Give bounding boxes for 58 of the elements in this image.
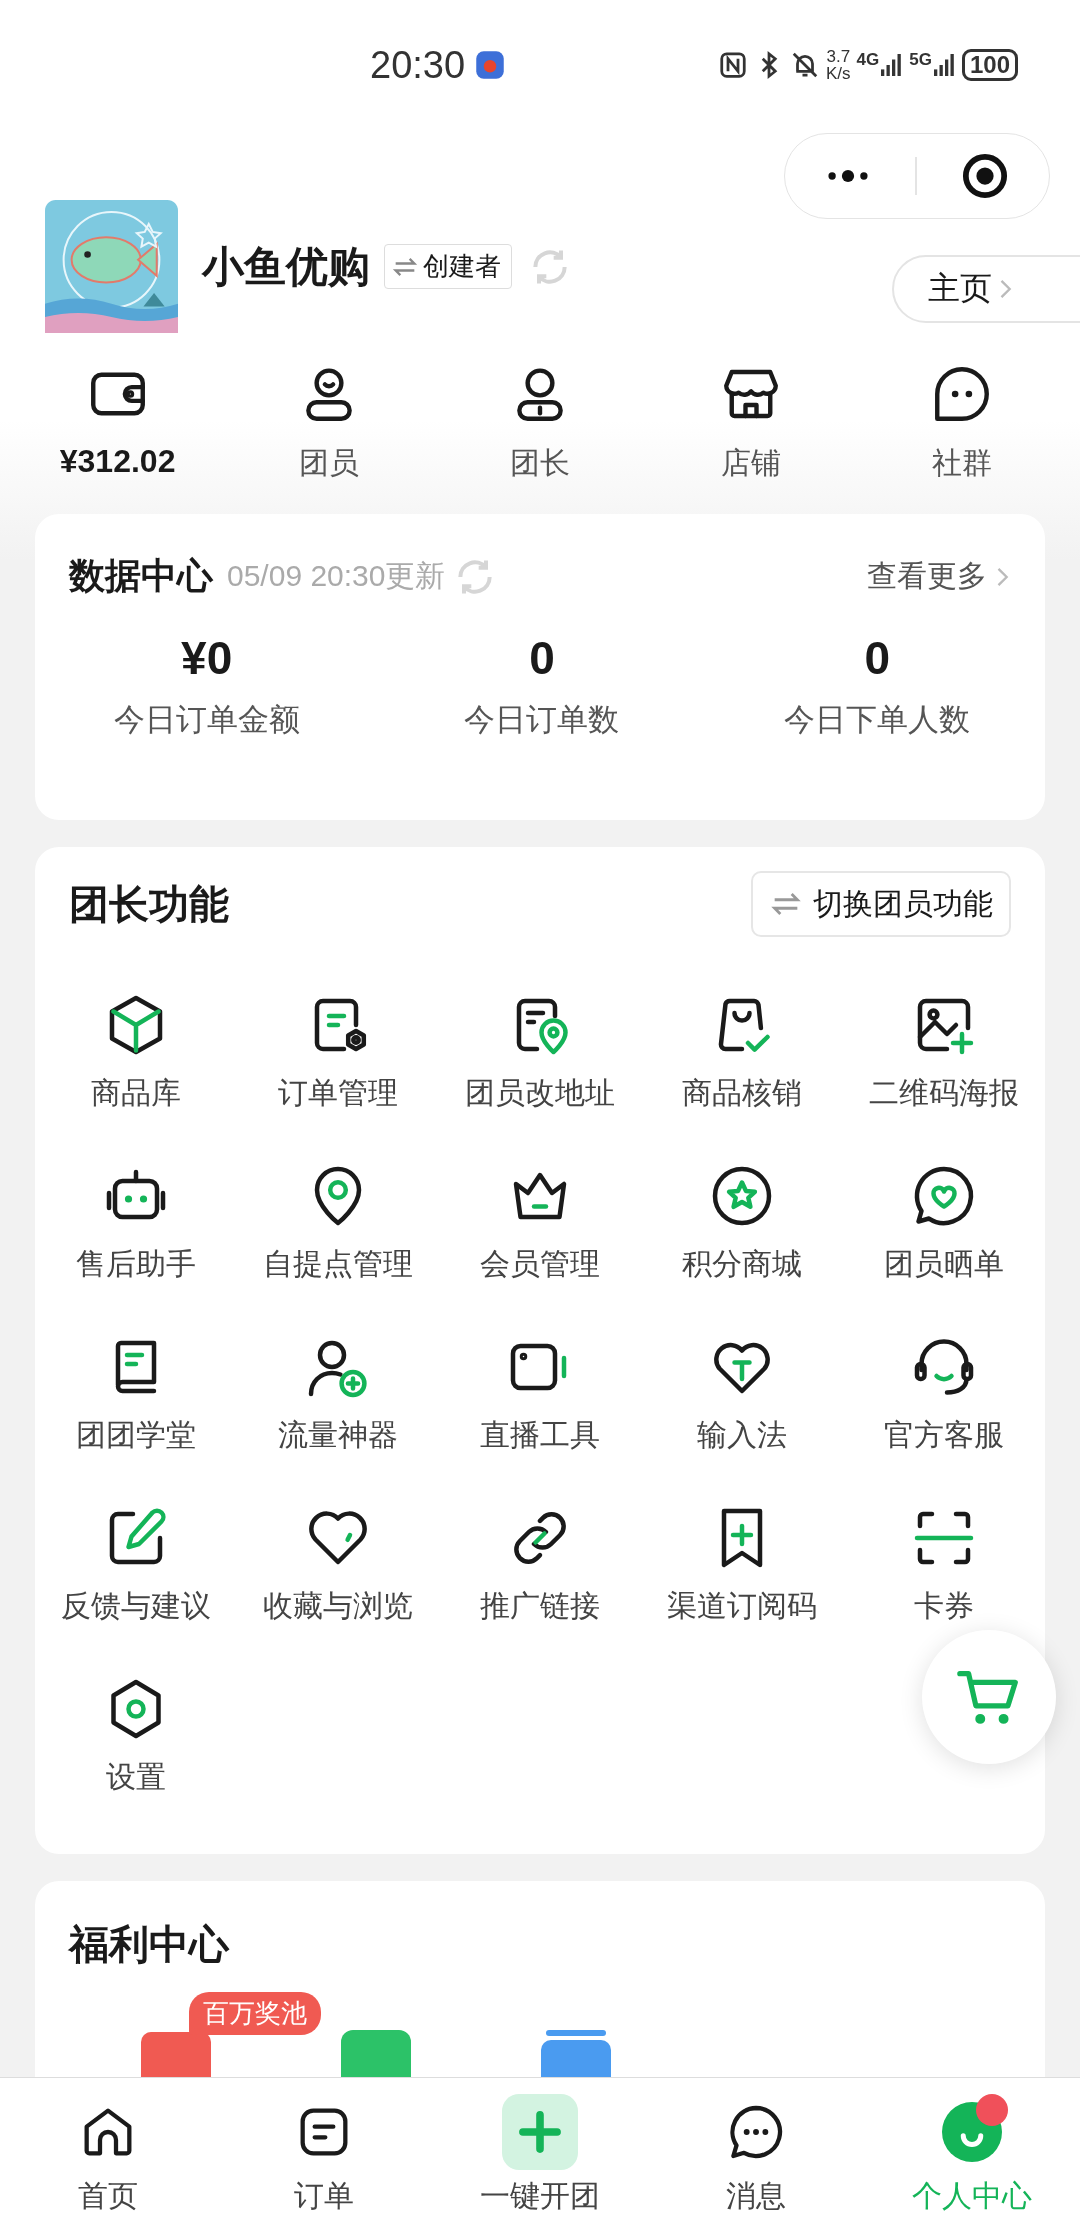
tab-item[interactable]: 消息	[648, 2078, 864, 2228]
function-label[interactable]: 团员晒单	[884, 1244, 1004, 1285]
close-icon[interactable]	[962, 153, 1009, 199]
function-label[interactable]: 卡券	[914, 1586, 974, 1627]
function-label[interactable]: 设置	[106, 1757, 166, 1798]
card-title: 数据中心	[69, 554, 213, 598]
network-type: 5G	[909, 50, 932, 70]
card-title: 福利中心	[69, 1921, 229, 1967]
stat-value: 0	[864, 631, 891, 685]
function-label[interactable]: 二维码海报	[869, 1073, 1019, 1114]
signal-icon	[933, 51, 956, 79]
function-label[interactable]: 输入法	[697, 1415, 787, 1456]
function-label[interactable]: 积分商城	[682, 1244, 802, 1285]
network-speed-unit: K/s	[826, 65, 851, 82]
stat-value: ¥0	[181, 631, 233, 685]
function-label[interactable]: 渠道订阅码	[667, 1586, 817, 1627]
function-label[interactable]: 商品库	[91, 1073, 181, 1114]
function-label[interactable]: 商品核销	[682, 1073, 802, 1114]
function-label[interactable]: 售后助手	[76, 1244, 196, 1285]
network-speed: 3.7	[826, 48, 851, 65]
function-label[interactable]: 团团学堂	[76, 1415, 196, 1456]
function-label[interactable]: 收藏与浏览	[263, 1586, 413, 1627]
network-type: 4G	[856, 50, 880, 70]
shortcut-label[interactable]: 社群	[932, 443, 993, 484]
function-label[interactable]: 会员管理	[480, 1244, 600, 1285]
function-label[interactable]: 反馈与建议	[61, 1586, 211, 1627]
tab-item[interactable]: 一键开团	[432, 2078, 648, 2228]
function-label[interactable]: 流量神器	[278, 1415, 398, 1456]
stat-label: 今日订单金额	[113, 700, 300, 739]
shortcut-label[interactable]: 团长	[510, 443, 570, 484]
stat-label: 今日下单人数	[784, 700, 971, 739]
home-button[interactable]: 主页	[892, 255, 1080, 323]
shortcut-label[interactable]: 团员	[298, 443, 359, 484]
function-label[interactable]: 订单管理	[278, 1073, 398, 1114]
role-badge[interactable]: 创建者	[384, 244, 512, 289]
switch-button[interactable]: 切换团员功能	[751, 871, 1011, 937]
stat-label: 今日订单数	[464, 700, 620, 739]
shop-name: 小鱼优购	[202, 240, 370, 293]
function-label[interactable]: 自提点管理	[263, 1244, 413, 1285]
function-label[interactable]: 团员改地址	[465, 1073, 615, 1114]
function-label[interactable]: 官方客服	[884, 1415, 1004, 1456]
battery-level: 100	[961, 49, 1018, 81]
plus-icon	[502, 2094, 578, 2170]
function-label[interactable]: 直播工具	[480, 1415, 600, 1456]
shortcut-label[interactable]: 店铺	[721, 443, 782, 484]
signal-icon	[881, 51, 904, 79]
update-time: 05/09 20:30更新	[227, 558, 446, 594]
card-title: 团长功能	[69, 879, 229, 929]
balance-amount[interactable]: ¥312.02	[59, 443, 176, 480]
status-time: 20:30	[370, 43, 466, 87]
tab-item[interactable]: 首页	[0, 2078, 216, 2228]
stat-value: 0	[529, 631, 555, 685]
view-more-link[interactable]: 查看更多	[867, 556, 1009, 597]
prize-pool-badge: 百万奖池	[189, 1992, 321, 2035]
tab-item[interactable]: 订单	[216, 2078, 432, 2228]
role-label: 创建者	[423, 250, 501, 283]
notification-icon	[475, 50, 506, 80]
function-label[interactable]: 推广链接	[480, 1586, 600, 1627]
